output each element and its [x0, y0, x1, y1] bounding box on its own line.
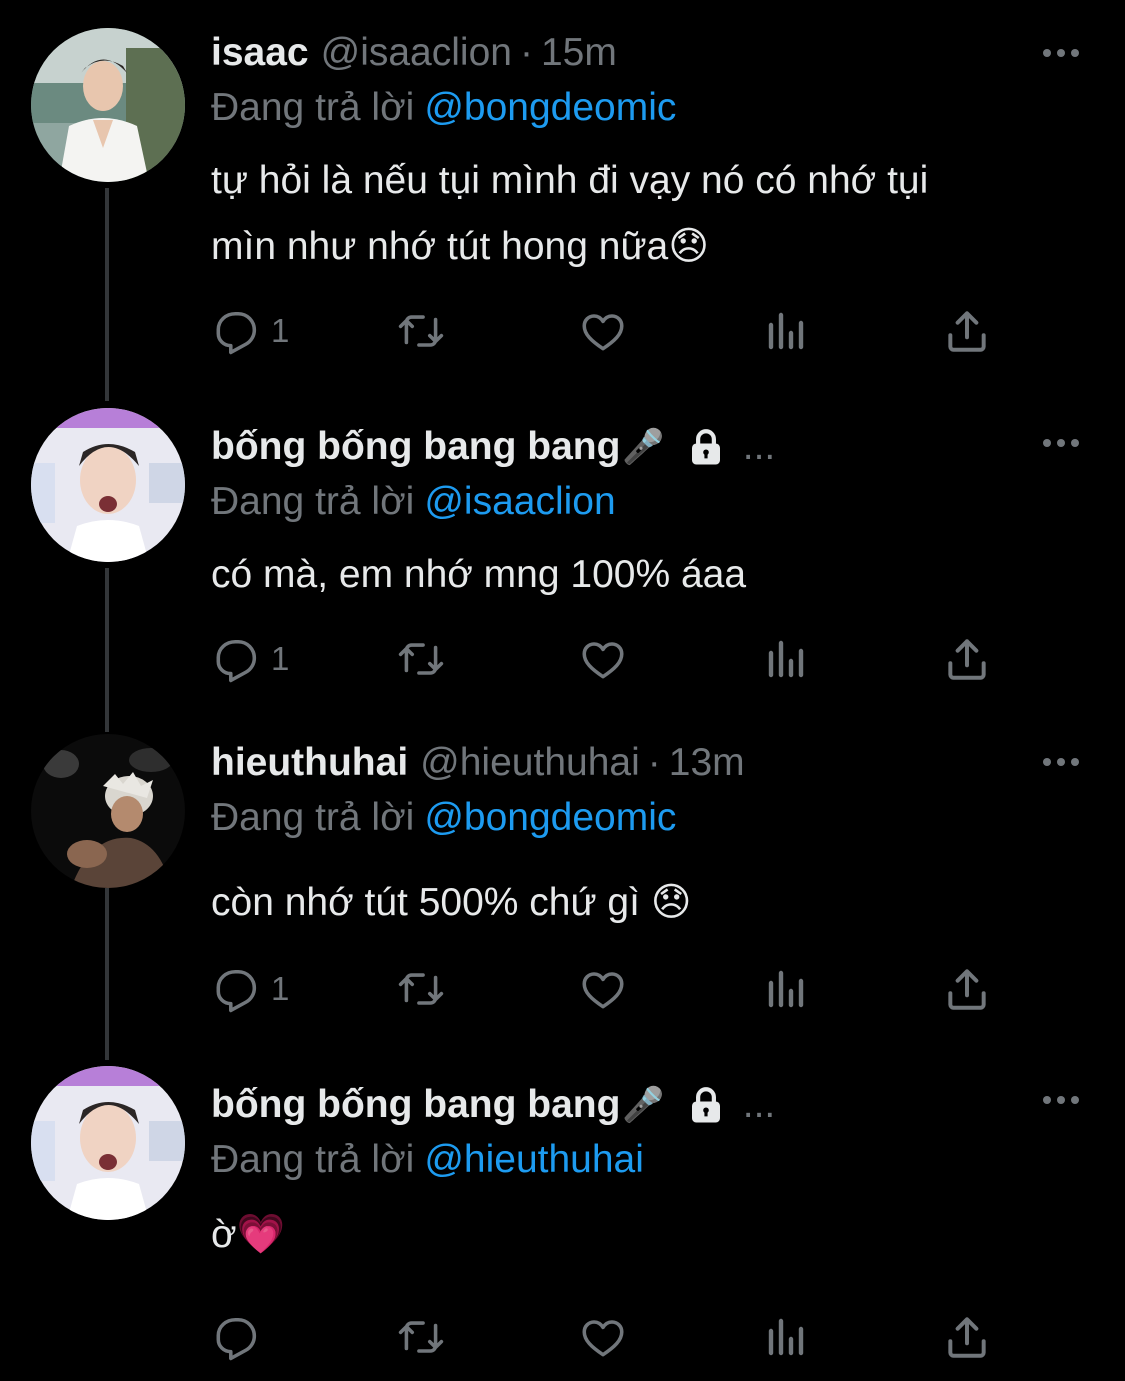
- display-name[interactable]: bống bống bang bang: [211, 425, 620, 469]
- avatar[interactable]: [31, 1066, 185, 1220]
- reply-button[interactable]: 1: [211, 964, 289, 1014]
- views-icon: [761, 1312, 809, 1362]
- share-icon: [942, 306, 992, 356]
- share-button[interactable]: [942, 1312, 992, 1362]
- views-button[interactable]: [761, 306, 809, 356]
- timestamp[interactable]: 13m: [669, 741, 745, 785]
- views-icon: [761, 306, 809, 356]
- more-icon[interactable]: [1041, 756, 1081, 768]
- microphone-emoji: 🎤: [622, 427, 665, 467]
- reply-count: 1: [271, 970, 290, 1007]
- tweet-text: còn nhớ tút 500% chứ gì 😞: [211, 881, 692, 924]
- share-icon: [942, 964, 992, 1014]
- tweet[interactable]: hieuthuhai @hieuthuhai · 13m Đang trả lờ…: [0, 730, 1125, 1060]
- like-icon: [578, 306, 628, 356]
- share-button[interactable]: [942, 306, 992, 356]
- retweet-button[interactable]: [393, 634, 449, 684]
- replying-to-label: Đang trả lời: [211, 86, 415, 129]
- tweet-text: có mà, em nhớ mng 100% áaa: [211, 553, 747, 596]
- user-handle[interactable]: @isaaclion: [321, 31, 512, 75]
- microphone-emoji: 🎤: [622, 1085, 665, 1125]
- reply-button[interactable]: 1: [211, 634, 289, 684]
- views-button[interactable]: [761, 1312, 809, 1362]
- like-button[interactable]: [578, 634, 628, 684]
- retweet-icon: [393, 964, 449, 1014]
- tweet[interactable]: bống bống bang bang 🎤 ... Đang trả lời @i…: [0, 400, 1125, 730]
- more-icon[interactable]: [1041, 47, 1081, 59]
- retweet-button[interactable]: [393, 306, 449, 356]
- like-icon: [578, 1312, 628, 1362]
- tweet-text: ờ💗: [211, 1213, 286, 1256]
- avatar[interactable]: [31, 734, 185, 888]
- more-icon[interactable]: [1041, 1094, 1081, 1106]
- truncation-ellipsis: ...: [742, 1083, 776, 1126]
- reply-mention[interactable]: @hieuthuhai: [424, 1138, 644, 1181]
- retweet-button[interactable]: [393, 964, 449, 1014]
- replying-to-label: Đang trả lời: [211, 1138, 415, 1181]
- avatar[interactable]: [31, 408, 185, 562]
- reply-mention[interactable]: @bongdeomic: [424, 86, 676, 129]
- reply-mention[interactable]: @isaaclion: [424, 480, 615, 523]
- share-button[interactable]: [942, 634, 992, 684]
- tweet[interactable]: isaac @isaaclion · 15m Đang trả lời @bong…: [0, 0, 1125, 400]
- separator: ·: [519, 31, 533, 74]
- reply-count: 1: [271, 312, 290, 349]
- views-icon: [761, 964, 809, 1014]
- views-icon: [761, 634, 809, 684]
- lock-icon: [685, 1084, 727, 1126]
- like-icon: [578, 634, 628, 684]
- truncation-ellipsis: ...: [742, 425, 776, 468]
- retweet-icon: [393, 1312, 449, 1362]
- reply-icon: [211, 1312, 261, 1362]
- retweet-button[interactable]: [393, 1312, 449, 1362]
- like-icon: [578, 964, 628, 1014]
- tweet-text: tự hỏi là nếu tụi mình đi vạy nó có nhớ …: [211, 159, 929, 202]
- replying-to-label: Đang trả lời: [211, 480, 415, 523]
- retweet-icon: [393, 306, 449, 356]
- user-handle[interactable]: @hieuthuhai: [420, 741, 640, 785]
- reply-icon: [211, 964, 261, 1014]
- like-button[interactable]: [578, 964, 628, 1014]
- retweet-icon: [393, 634, 449, 684]
- avatar[interactable]: [31, 28, 185, 182]
- reply-count: 1: [271, 640, 290, 677]
- views-button[interactable]: [761, 634, 809, 684]
- lock-icon: [685, 426, 727, 468]
- display-name[interactable]: bống bống bang bang: [211, 1083, 620, 1127]
- reply-button[interactable]: 1: [211, 306, 289, 356]
- reply-icon: [211, 634, 261, 684]
- reply-mention[interactable]: @bongdeomic: [424, 796, 676, 839]
- like-button[interactable]: [578, 306, 628, 356]
- separator: ·: [647, 741, 661, 784]
- display-name[interactable]: hieuthuhai: [211, 741, 408, 785]
- share-icon: [942, 634, 992, 684]
- timestamp[interactable]: 15m: [541, 31, 617, 75]
- replying-to-label: Đang trả lời: [211, 796, 415, 839]
- tweet-text: mìn như nhớ tút hong nữa😞: [211, 225, 709, 268]
- display-name[interactable]: isaac: [211, 31, 309, 75]
- share-button[interactable]: [942, 964, 992, 1014]
- reply-button[interactable]: [211, 1312, 271, 1362]
- more-icon[interactable]: [1041, 437, 1081, 449]
- views-button[interactable]: [761, 964, 809, 1014]
- tweet[interactable]: bống bống bang bang 🎤 ... Đang trả lời @h…: [0, 1060, 1125, 1381]
- like-button[interactable]: [578, 1312, 628, 1362]
- reply-icon: [211, 306, 261, 356]
- share-icon: [942, 1312, 992, 1362]
